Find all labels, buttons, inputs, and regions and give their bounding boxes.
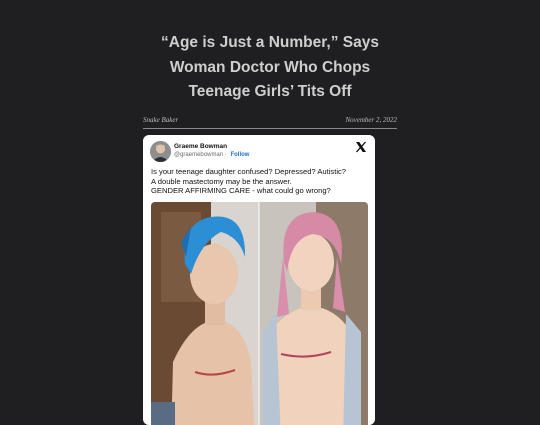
tweet-text: Is your teenage daughter confused? Depre… <box>151 167 371 196</box>
tweet-user-name[interactable]: Graeme Bowman <box>174 143 227 150</box>
x-logo-icon[interactable] <box>355 140 367 153</box>
article-headline: “Age is Just a Number,” Says Woman Docto… <box>130 31 410 105</box>
follow-button[interactable]: Follow <box>230 152 249 158</box>
tweet-text-line-1: Is your teenage daughter confused? Depre… <box>151 167 347 176</box>
avatar[interactable] <box>150 141 171 162</box>
author-name[interactable]: Snake Baker <box>143 116 178 124</box>
tweet-text-line-3: GENDER AFFIRMING CARE - what could go wr… <box>151 186 331 196</box>
publish-date: November 2, 2022 <box>345 116 397 124</box>
headline-line-1: “Age is Just a Number,” Says <box>161 34 379 51</box>
tweet-handle-row: @graemebowman · Follow <box>174 152 249 158</box>
tweet-text-line-2: A double mastectomy may be the answer. <box>151 176 292 186</box>
headline-line-3: Teenage Girls’ Tits Off <box>188 83 352 100</box>
embedded-tweet[interactable]: Graeme Bowman @graemebowman · Follow Is … <box>143 135 375 425</box>
divider <box>143 128 397 129</box>
tweet-handle[interactable]: @graemebowman <box>174 152 223 158</box>
article-meta: Snake Baker November 2, 2022 <box>143 116 397 124</box>
separator-dot: · <box>223 152 229 158</box>
tweet-photo[interactable] <box>151 202 368 425</box>
headline-line-2: Woman Doctor Who Chops <box>169 58 371 76</box>
